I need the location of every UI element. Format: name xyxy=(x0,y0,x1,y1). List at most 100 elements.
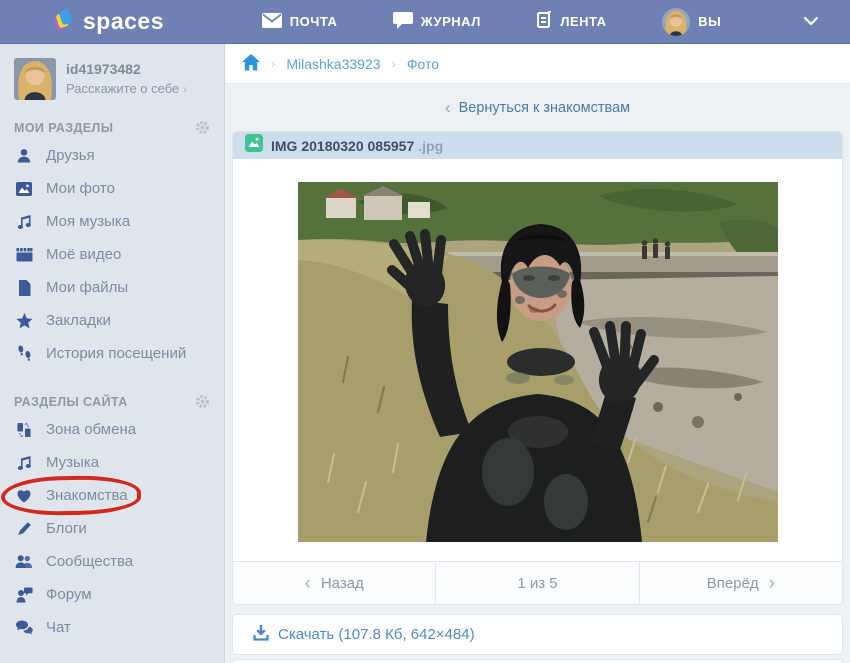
item-label: Мои файлы xyxy=(46,279,128,296)
item-label: Моё видео xyxy=(46,246,121,263)
sidebar-item-visit-history[interactable]: История посещений xyxy=(0,337,224,370)
sidebar-item-my-photos[interactable]: Мои фото xyxy=(0,172,224,205)
file-icon xyxy=(15,280,33,296)
footprints-icon xyxy=(15,345,33,362)
photo-body xyxy=(233,159,842,561)
item-label: Мои фото xyxy=(46,180,115,197)
image-file-icon xyxy=(245,134,263,157)
mail-icon xyxy=(262,13,282,31)
star-icon xyxy=(15,313,33,329)
group-icon xyxy=(15,554,33,569)
next-button[interactable]: Вперёд › xyxy=(639,562,842,604)
music-note-icon xyxy=(15,455,33,471)
nav-mail-label: ПОЧТА xyxy=(290,14,338,29)
item-label: Музыка xyxy=(46,454,99,471)
item-label: Чат xyxy=(46,619,71,636)
item-label: Блоги xyxy=(46,520,87,537)
back-link-label: Вернуться к знакомствам xyxy=(459,100,630,116)
nav-you[interactable]: ВЫ xyxy=(662,8,721,36)
nav-feed[interactable]: ЛЕНТА xyxy=(536,8,606,36)
video-clapper-icon xyxy=(15,247,33,262)
heart-icon xyxy=(15,488,33,503)
nav-you-label: ВЫ xyxy=(698,14,721,29)
sidebar-item-chat[interactable]: Чат xyxy=(0,611,224,644)
sidebar-section-my: МОИ РАЗДЕЛЫ xyxy=(0,110,224,139)
breadcrumb-page-link[interactable]: Фото xyxy=(407,56,439,72)
sidebar-item-blogs[interactable]: Блоги xyxy=(0,512,224,545)
sidebar-section-site: РАЗДЕЛЫ САЙТА xyxy=(0,384,224,413)
chat-bubbles-icon xyxy=(15,620,33,635)
sidebar: id41973482 Расскажите о себе › МОИ РАЗДЕ… xyxy=(0,44,225,663)
sidebar-item-my-music[interactable]: Моя музыка xyxy=(0,205,224,238)
top-nav: ПОЧТА ЖУРНАЛ ЛЕНТА xyxy=(164,8,804,36)
breadcrumb-user-link[interactable]: Milashka33923 xyxy=(286,56,380,72)
chevron-down-icon[interactable] xyxy=(804,17,818,26)
forum-icon xyxy=(15,587,33,603)
sidebar-item-dating[interactable]: Знакомства xyxy=(0,479,224,512)
pager-counter: 1 из 5 xyxy=(435,562,638,604)
sidebar-item-my-files[interactable]: Мои файлы xyxy=(0,271,224,304)
nav-journal[interactable]: ЖУРНАЛ xyxy=(393,8,481,36)
section-title: РАЗДЕЛЫ САЙТА xyxy=(14,395,128,409)
top-bar: spaces ПОЧТА ЖУРНАЛ xyxy=(0,0,850,44)
exchange-icon xyxy=(15,422,33,438)
user-avatar xyxy=(662,8,690,36)
sidebar-user-avatar xyxy=(14,58,56,100)
breadcrumb-separator: › xyxy=(392,56,396,71)
section-title: МОИ РАЗДЕЛЫ xyxy=(14,121,113,135)
photo-pager: ‹ Назад 1 из 5 Вперёд › xyxy=(233,561,842,604)
gear-icon[interactable] xyxy=(195,120,210,135)
sidebar-user-about: Расскажите о себе › xyxy=(66,81,187,96)
back-to-dating-link[interactable]: ‹ Вернуться к знакомствам xyxy=(225,90,850,126)
next-label: Вперёд xyxy=(707,575,759,592)
download-icon xyxy=(253,624,269,645)
photo-filename: IMG 20180320 085957 xyxy=(271,138,414,154)
home-icon[interactable] xyxy=(242,54,260,74)
sidebar-user-id: id41973482 xyxy=(66,58,187,77)
item-label: Закладки xyxy=(46,312,111,329)
spaces-logo[interactable]: spaces xyxy=(50,6,164,37)
pen-icon xyxy=(15,521,33,537)
item-label: Зона обмена xyxy=(46,421,136,438)
item-label: Моя музыка xyxy=(46,213,130,230)
sidebar-item-my-video[interactable]: Моё видео xyxy=(0,238,224,271)
prev-button[interactable]: ‹ Назад xyxy=(233,562,435,604)
chevron-left-icon: ‹ xyxy=(445,98,451,118)
item-label: Знакомства xyxy=(46,487,128,504)
breadcrumb: › Milashka33923 › Фото xyxy=(225,44,850,84)
sidebar-user-card[interactable]: id41973482 Расскажите о себе › xyxy=(0,44,224,110)
nav-feed-label: ЛЕНТА xyxy=(560,14,606,29)
music-note-icon xyxy=(15,214,33,230)
sidebar-item-friends[interactable]: Друзья xyxy=(0,139,224,172)
item-label: Форум xyxy=(46,586,92,603)
photo-extension: .jpg xyxy=(418,138,443,154)
feed-icon xyxy=(536,11,552,32)
chevron-right-icon: › xyxy=(183,82,187,96)
nav-journal-label: ЖУРНАЛ xyxy=(421,14,481,29)
download-label: Скачать (107.8 Кб, 642×484) xyxy=(278,626,475,643)
item-label: Сообщества xyxy=(46,553,133,570)
spaces-logo-text: spaces xyxy=(83,8,164,35)
photo-image xyxy=(298,182,778,542)
gear-icon[interactable] xyxy=(195,394,210,409)
photo-icon xyxy=(15,182,33,196)
download-link[interactable]: Скачать (107.8 Кб, 642×484) xyxy=(233,615,842,654)
sidebar-item-exchange-zone[interactable]: Зона обмена xyxy=(0,413,224,446)
sidebar-item-bookmarks[interactable]: Закладки xyxy=(0,304,224,337)
item-label: Друзья xyxy=(46,147,95,164)
breadcrumb-separator: › xyxy=(271,56,275,71)
prev-label: Назад xyxy=(321,575,364,592)
sidebar-item-communities[interactable]: Сообщества xyxy=(0,545,224,578)
spaces-logo-icon xyxy=(50,6,76,37)
sidebar-item-forum[interactable]: Форум xyxy=(0,578,224,611)
item-label: История посещений xyxy=(46,345,186,362)
chevron-left-icon: ‹ xyxy=(305,574,311,593)
photo-panel: IMG 20180320 085957.jpg xyxy=(233,132,842,604)
photo-titlebar: IMG 20180320 085957.jpg xyxy=(233,132,842,159)
speech-bubble-icon xyxy=(393,12,413,32)
sidebar-item-music[interactable]: Музыка xyxy=(0,446,224,479)
nav-mail[interactable]: ПОЧТА xyxy=(262,8,338,36)
chevron-right-icon: › xyxy=(769,574,775,593)
main-content: › Milashka33923 › Фото ‹ Вернуться к зна… xyxy=(225,44,850,663)
person-icon xyxy=(15,148,33,164)
